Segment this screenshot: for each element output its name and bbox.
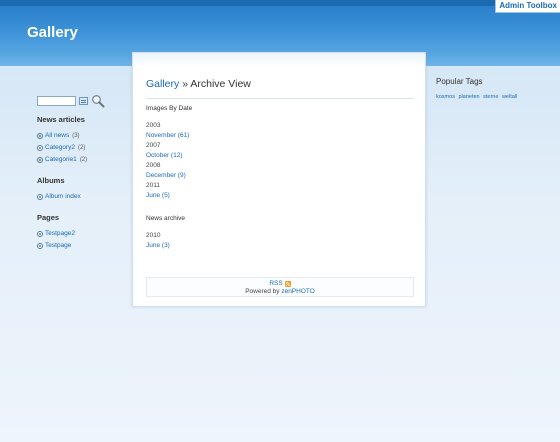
- list-item: All news (3): [37, 130, 122, 142]
- item-count: (3): [72, 133, 80, 139]
- list-item: Category2 (2): [37, 142, 122, 154]
- item-count: (2): [78, 145, 86, 151]
- site-title-link[interactable]: Gallery: [27, 24, 78, 41]
- testpage2-link[interactable]: Testpage2: [45, 228, 75, 240]
- archive-year: 2010: [146, 232, 161, 239]
- bullet-icon: [37, 133, 43, 139]
- tag-link[interactable]: planeten: [458, 94, 479, 100]
- archive-month-link[interactable]: November (61): [146, 131, 192, 141]
- images-by-date-heading: Images By Date: [146, 105, 193, 112]
- breadcrumb-gallery-link[interactable]: Gallery: [146, 78, 179, 90]
- pages-list: Testpage2 Testpage: [37, 228, 122, 252]
- bullet-icon: [37, 231, 43, 237]
- news-category2-link[interactable]: Category2: [45, 142, 75, 154]
- bullet-icon: [37, 243, 43, 249]
- rss-link[interactable]: RSS: [269, 280, 282, 287]
- archive-list: Images By Date 2003 November (61) 2007 O…: [146, 105, 192, 251]
- archive-year: 2007: [146, 142, 161, 149]
- archive-year: 2003: [146, 122, 161, 129]
- archive-month-link[interactable]: June (5): [146, 191, 192, 201]
- search-form: [37, 94, 122, 108]
- right-sidebar: Popular Tags kosmos planeten sterne welt…: [436, 77, 551, 100]
- news-categorie1-link[interactable]: Categorie1: [45, 154, 77, 166]
- page-title-text: Archive View: [190, 78, 251, 90]
- bullet-icon: [37, 194, 43, 200]
- news-category-list: All news (3) Category2 (2) Categorie1 (2…: [37, 130, 122, 166]
- archive-year: 2011: [146, 182, 160, 189]
- tag-link[interactable]: kosmos: [436, 94, 455, 100]
- archive-month-link[interactable]: June (3): [146, 241, 192, 251]
- page-footer: RSS Powered by zenPHOTO: [146, 277, 414, 297]
- page-title: Gallery » Archive View: [146, 78, 251, 90]
- search-options-icon[interactable]: [79, 97, 88, 105]
- powered-by-text: Powered by: [245, 288, 280, 295]
- breadcrumb-separator: »: [182, 78, 189, 90]
- title-divider: [146, 98, 414, 99]
- news-archive-heading: News archive: [146, 215, 186, 222]
- albums-heading: Albums: [37, 176, 65, 185]
- zenphoto-link[interactable]: zenPHOTO: [281, 288, 314, 295]
- pages-heading: Pages: [37, 213, 60, 222]
- tag-link[interactable]: weltall: [502, 94, 517, 100]
- admin-toolbox-button[interactable]: Admin Toolbox: [495, 0, 560, 13]
- rss-icon[interactable]: [284, 280, 291, 287]
- albums-list: Album index: [37, 191, 122, 203]
- popular-tags-heading: Popular Tags: [436, 77, 483, 86]
- archive-month-link[interactable]: December (9): [146, 171, 192, 181]
- powered-by: Powered by zenPHOTO: [147, 288, 413, 295]
- tag-link[interactable]: sterne: [483, 94, 498, 100]
- testpage-link[interactable]: Testpage: [45, 240, 71, 252]
- rss-row: RSS: [147, 279, 413, 288]
- news-all-link[interactable]: All news: [45, 130, 69, 142]
- left-sidebar: News articles All news (3) Category2 (2)…: [37, 94, 122, 252]
- list-item: Testpage: [37, 240, 122, 252]
- list-item: Testpage2: [37, 228, 122, 240]
- album-index-link[interactable]: Album index: [45, 191, 81, 203]
- archive-year: 2008: [146, 162, 161, 169]
- item-count: (2): [79, 157, 88, 163]
- list-item: Categorie1 (2): [37, 154, 122, 166]
- search-input[interactable]: [37, 96, 76, 106]
- main-content: Gallery » Archive View Images By Date 20…: [132, 52, 426, 307]
- news-articles-heading: News articles: [37, 115, 85, 124]
- list-item: Album index: [37, 191, 122, 203]
- panel-top-gradient: [133, 53, 425, 67]
- tag-cloud: kosmos planeten sterne weltall: [436, 94, 551, 100]
- bullet-icon: [37, 145, 43, 151]
- search-icon[interactable]: [91, 94, 105, 108]
- archive-month-link[interactable]: October (12): [146, 151, 192, 161]
- bullet-icon: [37, 157, 43, 163]
